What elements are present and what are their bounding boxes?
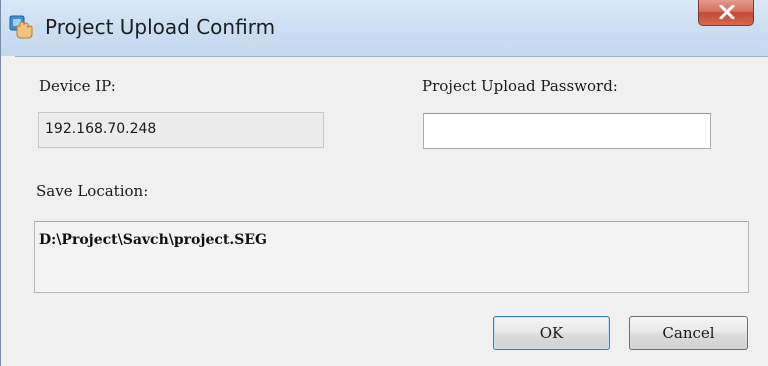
hand-with-key-icon [9,14,35,40]
password-input[interactable] [423,113,711,149]
cancel-button[interactable]: Cancel [629,316,748,350]
save-location-field[interactable]: D:\Project\Savch\project.SEG [34,221,749,293]
password-label: Project Upload Password: [422,77,618,95]
title-bar[interactable]: Project Upload Confirm [1,0,768,56]
ok-button[interactable]: OK [493,316,610,350]
save-location-label: Save Location: [36,182,149,200]
window-title: Project Upload Confirm [45,15,276,39]
device-ip-field: 192.168.70.248 [38,112,324,148]
device-ip-label: Device IP: [39,77,116,95]
dialog-body: Device IP: 192.168.70.248 Project Upload… [15,56,768,366]
upload-confirm-dialog: Project Upload Confirm Device IP: 192.16… [0,0,768,366]
close-button[interactable] [698,0,754,26]
close-x-icon [719,5,735,19]
